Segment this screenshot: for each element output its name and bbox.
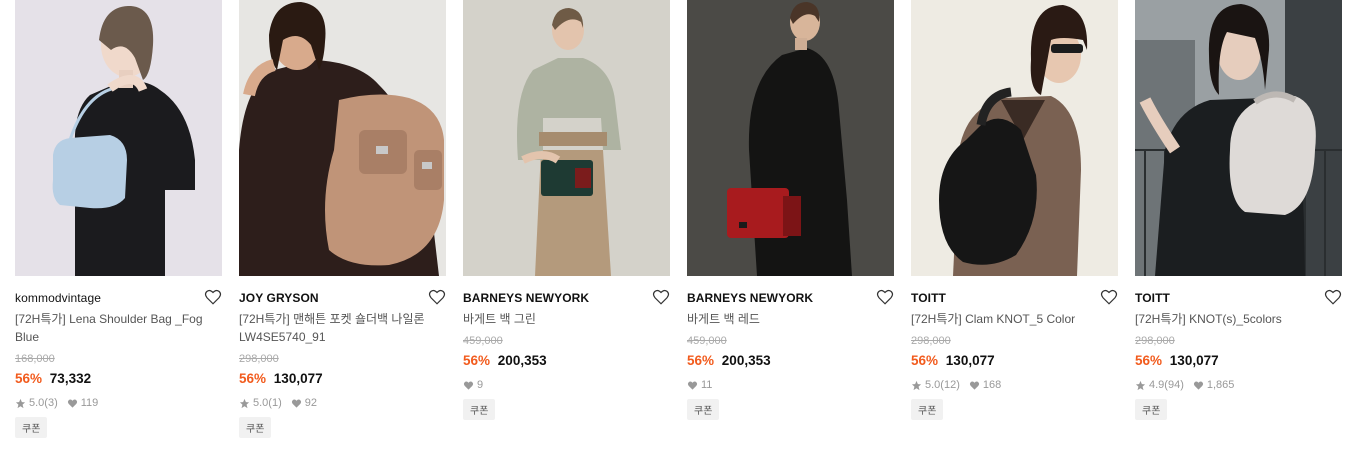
product-image[interactable] [463,0,670,276]
sale-price: 200,353 [497,353,547,368]
original-price: 168,000 [15,353,55,365]
like-count: 168 [982,379,1002,391]
coupon-badge: 쿠폰 [1135,399,1168,420]
heart-icon [969,380,980,391]
product-brand[interactable]: TOITT [1135,290,1342,306]
product-brand[interactable]: kommodvintage [15,290,222,306]
coupon-badge: 쿠폰 [911,399,944,420]
rating-value: 4.9 [1149,379,1165,391]
discount-rate: 56% [239,371,267,386]
discount-rate: 56% [463,353,491,368]
sale-price: 73,332 [49,371,92,386]
price-row: 56% 130,077 [911,352,1118,370]
wishlist-heart-icon[interactable] [1324,288,1342,306]
product-stats: 5.0 (3) 119 [15,396,222,410]
discount-rate: 56% [15,371,43,386]
product-image[interactable] [687,0,894,276]
product-image[interactable] [911,0,1118,276]
original-price: 298,000 [239,353,279,365]
product-title[interactable]: 바게트 백 레드 [687,310,892,328]
like-count: 9 [477,379,484,391]
product-title[interactable]: [72H특가] KNOT(s)_5colors [1135,310,1340,328]
product-grid: kommodvintage [72H특가] Lena Shoulder Bag … [0,0,1348,466]
sale-price: 200,353 [721,353,771,368]
review-count: (3) [44,397,58,409]
product-image[interactable] [239,0,446,276]
product-title[interactable]: 바게트 백 그린 [463,310,668,328]
star-icon [1135,380,1146,391]
rating-value: 5.0 [253,397,269,409]
sale-price: 130,077 [273,371,323,386]
sale-price: 130,077 [945,353,995,368]
review-count: (1) [268,397,282,409]
price-row: 56% 73,332 [15,370,222,388]
product-card[interactable]: kommodvintage [72H특가] Lena Shoulder Bag … [15,0,222,438]
price-row: 56% 200,353 [687,352,894,370]
product-card[interactable]: BARNEYS NEWYORK 바게트 백 그린 459,000 56% 200… [463,0,670,420]
product-title[interactable]: [72H특가] Clam KNOT_5 Color [911,310,1116,328]
review-count: (94) [1164,379,1184,391]
product-brand[interactable]: TOITT [911,290,1118,306]
star-icon [15,398,26,409]
original-price: 459,000 [687,335,727,347]
like-count: 1,865 [1206,379,1235,391]
wishlist-heart-icon[interactable] [204,288,222,306]
like-count: 119 [80,397,99,409]
product-brand[interactable]: BARNEYS NEWYORK [463,290,670,306]
product-card[interactable]: TOITT [72H특가] KNOT(s)_5colors 298,000 56… [1135,0,1342,420]
product-brand[interactable]: JOY GRYSON [239,290,446,306]
product-title[interactable]: [72H특가] 맨해튼 포켓 숄더백 나일론 LW4SE5740_91 [239,310,444,346]
wishlist-heart-icon[interactable] [1100,288,1118,306]
original-price: 298,000 [1135,335,1175,347]
product-stats: 9 [463,378,670,392]
product-card[interactable]: JOY GRYSON [72H특가] 맨해튼 포켓 숄더백 나일론 LW4SE5… [239,0,446,438]
review-count: (12) [940,379,960,391]
rating-value: 5.0 [29,397,45,409]
wishlist-heart-icon[interactable] [428,288,446,306]
wishlist-heart-icon[interactable] [876,288,894,306]
product-image[interactable] [1135,0,1342,276]
discount-rate: 56% [911,353,939,368]
discount-rate: 56% [1135,353,1163,368]
original-price: 459,000 [463,335,503,347]
heart-icon [67,398,78,409]
like-count: 92 [304,397,317,409]
product-brand[interactable]: BARNEYS NEWYORK [687,290,894,306]
product-image[interactable] [15,0,222,276]
product-card[interactable]: TOITT [72H특가] Clam KNOT_5 Color 298,000 … [911,0,1118,420]
product-card[interactable]: BARNEYS NEWYORK 바게트 백 레드 459,000 56% 200… [687,0,894,420]
product-title[interactable]: [72H특가] Lena Shoulder Bag _Fog Blue [15,310,220,346]
star-icon [239,398,250,409]
price-row: 56% 130,077 [239,370,446,388]
heart-icon [291,398,302,409]
product-stats: 4.9 (94) 1,865 [1135,378,1342,392]
price-row: 56% 200,353 [463,352,670,370]
product-stats: 5.0 (1) 92 [239,396,446,410]
wishlist-heart-icon[interactable] [652,288,670,306]
discount-rate: 56% [687,353,715,368]
original-price: 298,000 [911,335,951,347]
coupon-badge: 쿠폰 [687,399,720,420]
heart-icon [1193,380,1204,391]
coupon-badge: 쿠폰 [15,417,48,438]
price-row: 56% 130,077 [1135,352,1342,370]
heart-icon [463,380,474,391]
product-stats: 11 [687,378,894,392]
like-count: 11 [701,379,713,391]
product-stats: 5.0 (12) 168 [911,378,1118,392]
coupon-badge: 쿠폰 [463,399,496,420]
coupon-badge: 쿠폰 [239,417,272,438]
rating-value: 5.0 [925,379,941,391]
heart-icon [687,380,698,391]
sale-price: 130,077 [1169,353,1219,368]
star-icon [911,380,922,391]
